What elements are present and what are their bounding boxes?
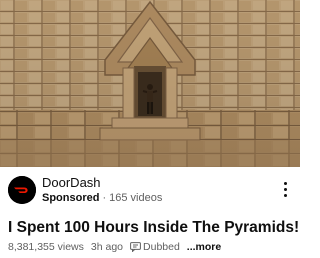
view-count: 8,381,355 views	[8, 241, 84, 253]
dubbed-label: Dubbed	[143, 241, 180, 253]
channel-name[interactable]: DoorDash	[42, 175, 101, 190]
channel-meta: Sponsored · 165 videos	[42, 192, 162, 204]
upload-age: 3h ago	[90, 241, 124, 253]
more-vert-icon[interactable]	[282, 182, 288, 198]
video-thumbnail[interactable]	[0, 0, 300, 167]
dubbed-badge: Dubbed	[130, 241, 180, 253]
meta-separator: ·	[102, 192, 107, 204]
video-count: 165 videos	[109, 192, 163, 204]
channel-row: DoorDash Sponsored · 165 videos	[0, 172, 300, 208]
sponsored-label: Sponsored	[42, 192, 100, 204]
doordash-logo-icon	[8, 176, 36, 204]
video-title[interactable]: I Spent 100 Hours Inside The Pyramids!	[8, 219, 299, 237]
video-stats: 8,381,355 views 3h ago Dubbed ...more	[8, 241, 221, 253]
pyramid-scene-image	[0, 0, 300, 167]
dubbed-icon	[130, 242, 141, 252]
channel-avatar[interactable]	[8, 176, 36, 204]
more-link[interactable]: ...more	[187, 241, 221, 253]
